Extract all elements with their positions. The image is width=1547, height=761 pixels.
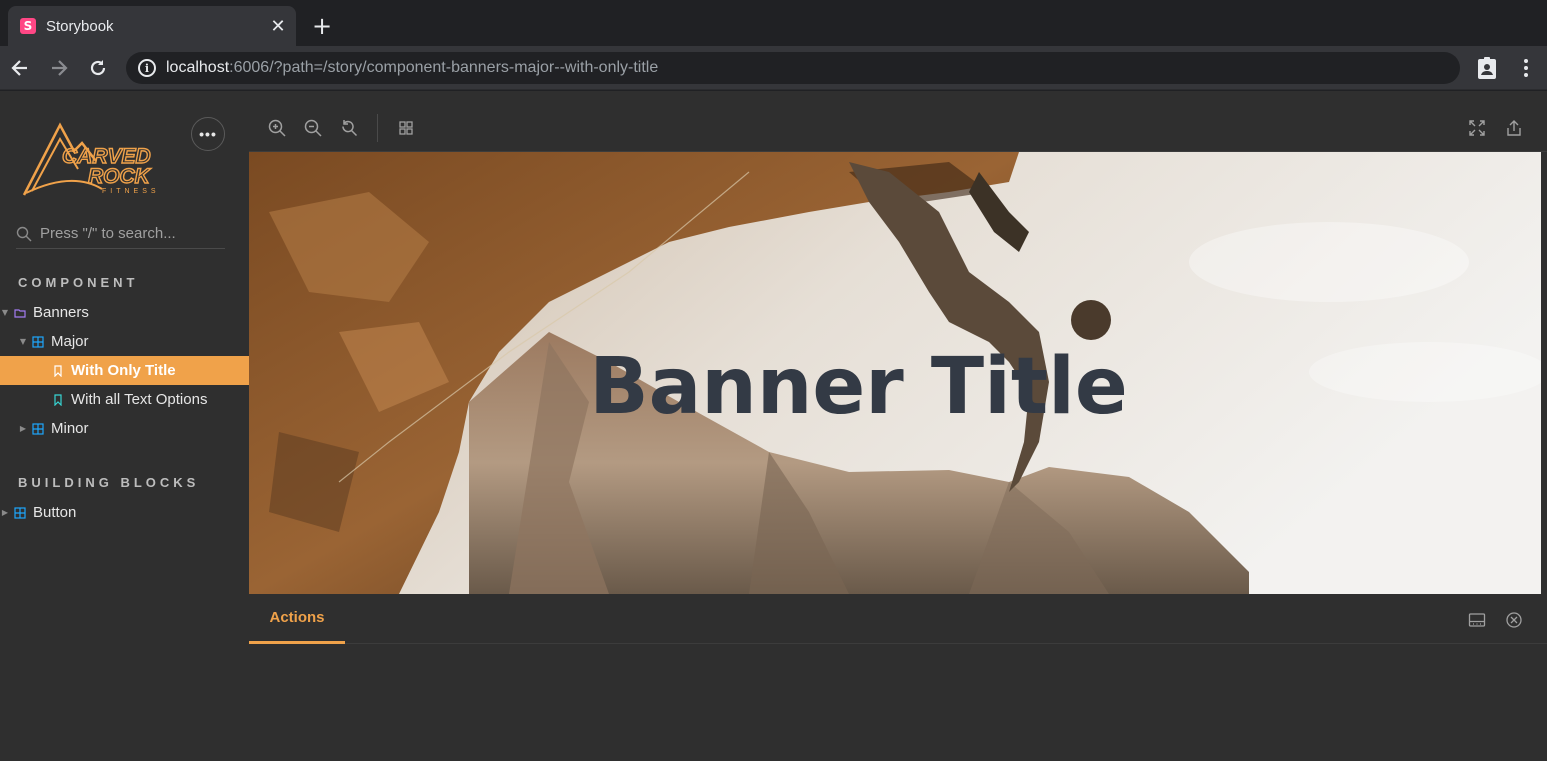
component-icon [32,335,44,348]
sidebar-item-label: With Only Title [71,362,176,379]
back-icon[interactable] [6,54,34,82]
addons-panel: Actions [249,594,1547,761]
toolbar-divider [377,114,378,142]
zoom-in-icon[interactable] [267,118,287,138]
sidebar-menu-button[interactable]: ••• [191,117,225,151]
sidebar-item-label: Major [51,333,89,350]
reload-icon[interactable] [84,54,112,82]
browser-menu-icon[interactable] [1516,56,1536,80]
address-bar[interactable]: i localhost:6006/?path=/story/component-… [126,52,1460,84]
contact-badge-icon[interactable] [1476,56,1498,80]
share-icon[interactable] [1504,118,1524,138]
sidebar-item-label: With all Text Options [71,391,208,408]
grid-icon[interactable] [396,118,416,138]
fullscreen-icon[interactable] [1467,118,1487,138]
close-panel-icon[interactable] [1505,611,1523,629]
preview-toolbar [249,103,1547,152]
info-icon[interactable]: i [138,59,156,77]
bookmark-icon [54,393,62,406]
tab-title: Storybook [46,17,114,35]
bookmark-icon [54,364,62,377]
sidebar-item-with-all-text-options[interactable]: With all Text Options [0,385,249,414]
panel-orientation-icon[interactable] [1468,611,1486,629]
browser-tabstrip: S Storybook ✕ + [0,0,1547,46]
folder-icon [14,308,26,318]
sidebar-item-button[interactable]: ▶ Button [0,498,249,527]
sidebar-item-label: Banners [33,304,89,321]
sidebar-item-label: Button [33,504,77,521]
sidebar-item-label: Minor [51,420,89,437]
sidebar-item-minor[interactable]: ▶ Minor [0,414,249,443]
sidebar-item-major[interactable]: ▼ Major [0,327,249,356]
section-building-blocks: BUILDING BLOCKS [18,475,200,490]
search-box [16,219,225,249]
carved-rock-logo[interactable]: CARVED ROCK FITNESS [22,121,182,201]
banner-title: Banner Title [589,342,1128,432]
new-tab-icon[interactable]: + [308,12,336,40]
component-icon [14,506,26,519]
caret-right-icon: ▶ [19,424,27,433]
caret-right-icon: ▶ [1,508,9,517]
caret-down-icon: ▼ [19,337,27,346]
story-canvas: Banner Title [249,152,1541,594]
svg-text:FITNESS: FITNESS [102,188,160,195]
sidebar-item-banners[interactable]: ▼ Banners [0,298,249,327]
component-icon [32,422,44,435]
panel-tab-bar: Actions [249,594,1547,644]
forward-icon[interactable] [45,54,73,82]
browser-toolbar: i localhost:6006/?path=/story/component-… [0,46,1547,90]
section-component: COMPONENT [18,275,139,290]
sidebar-item-with-only-title[interactable]: With Only Title [0,356,249,385]
close-tab-icon[interactable]: ✕ [264,12,292,40]
storybook-favicon-icon: S [20,18,36,34]
browser-tab[interactable]: S Storybook ✕ [8,6,296,46]
svg-text:ROCK: ROCK [88,165,152,188]
tab-actions[interactable]: Actions [249,594,345,644]
caret-down-icon: ▼ [1,308,9,317]
search-icon [16,226,32,241]
url-text: localhost:6006/?path=/story/component-ba… [166,59,659,76]
storybook-app: CARVED ROCK FITNESS ••• COMPONENT ▼ Bann… [0,91,1547,761]
reset-zoom-icon[interactable] [339,118,359,138]
sidebar: CARVED ROCK FITNESS ••• COMPONENT ▼ Bann… [0,91,249,761]
search-input[interactable] [40,225,220,242]
zoom-out-icon[interactable] [303,118,323,138]
